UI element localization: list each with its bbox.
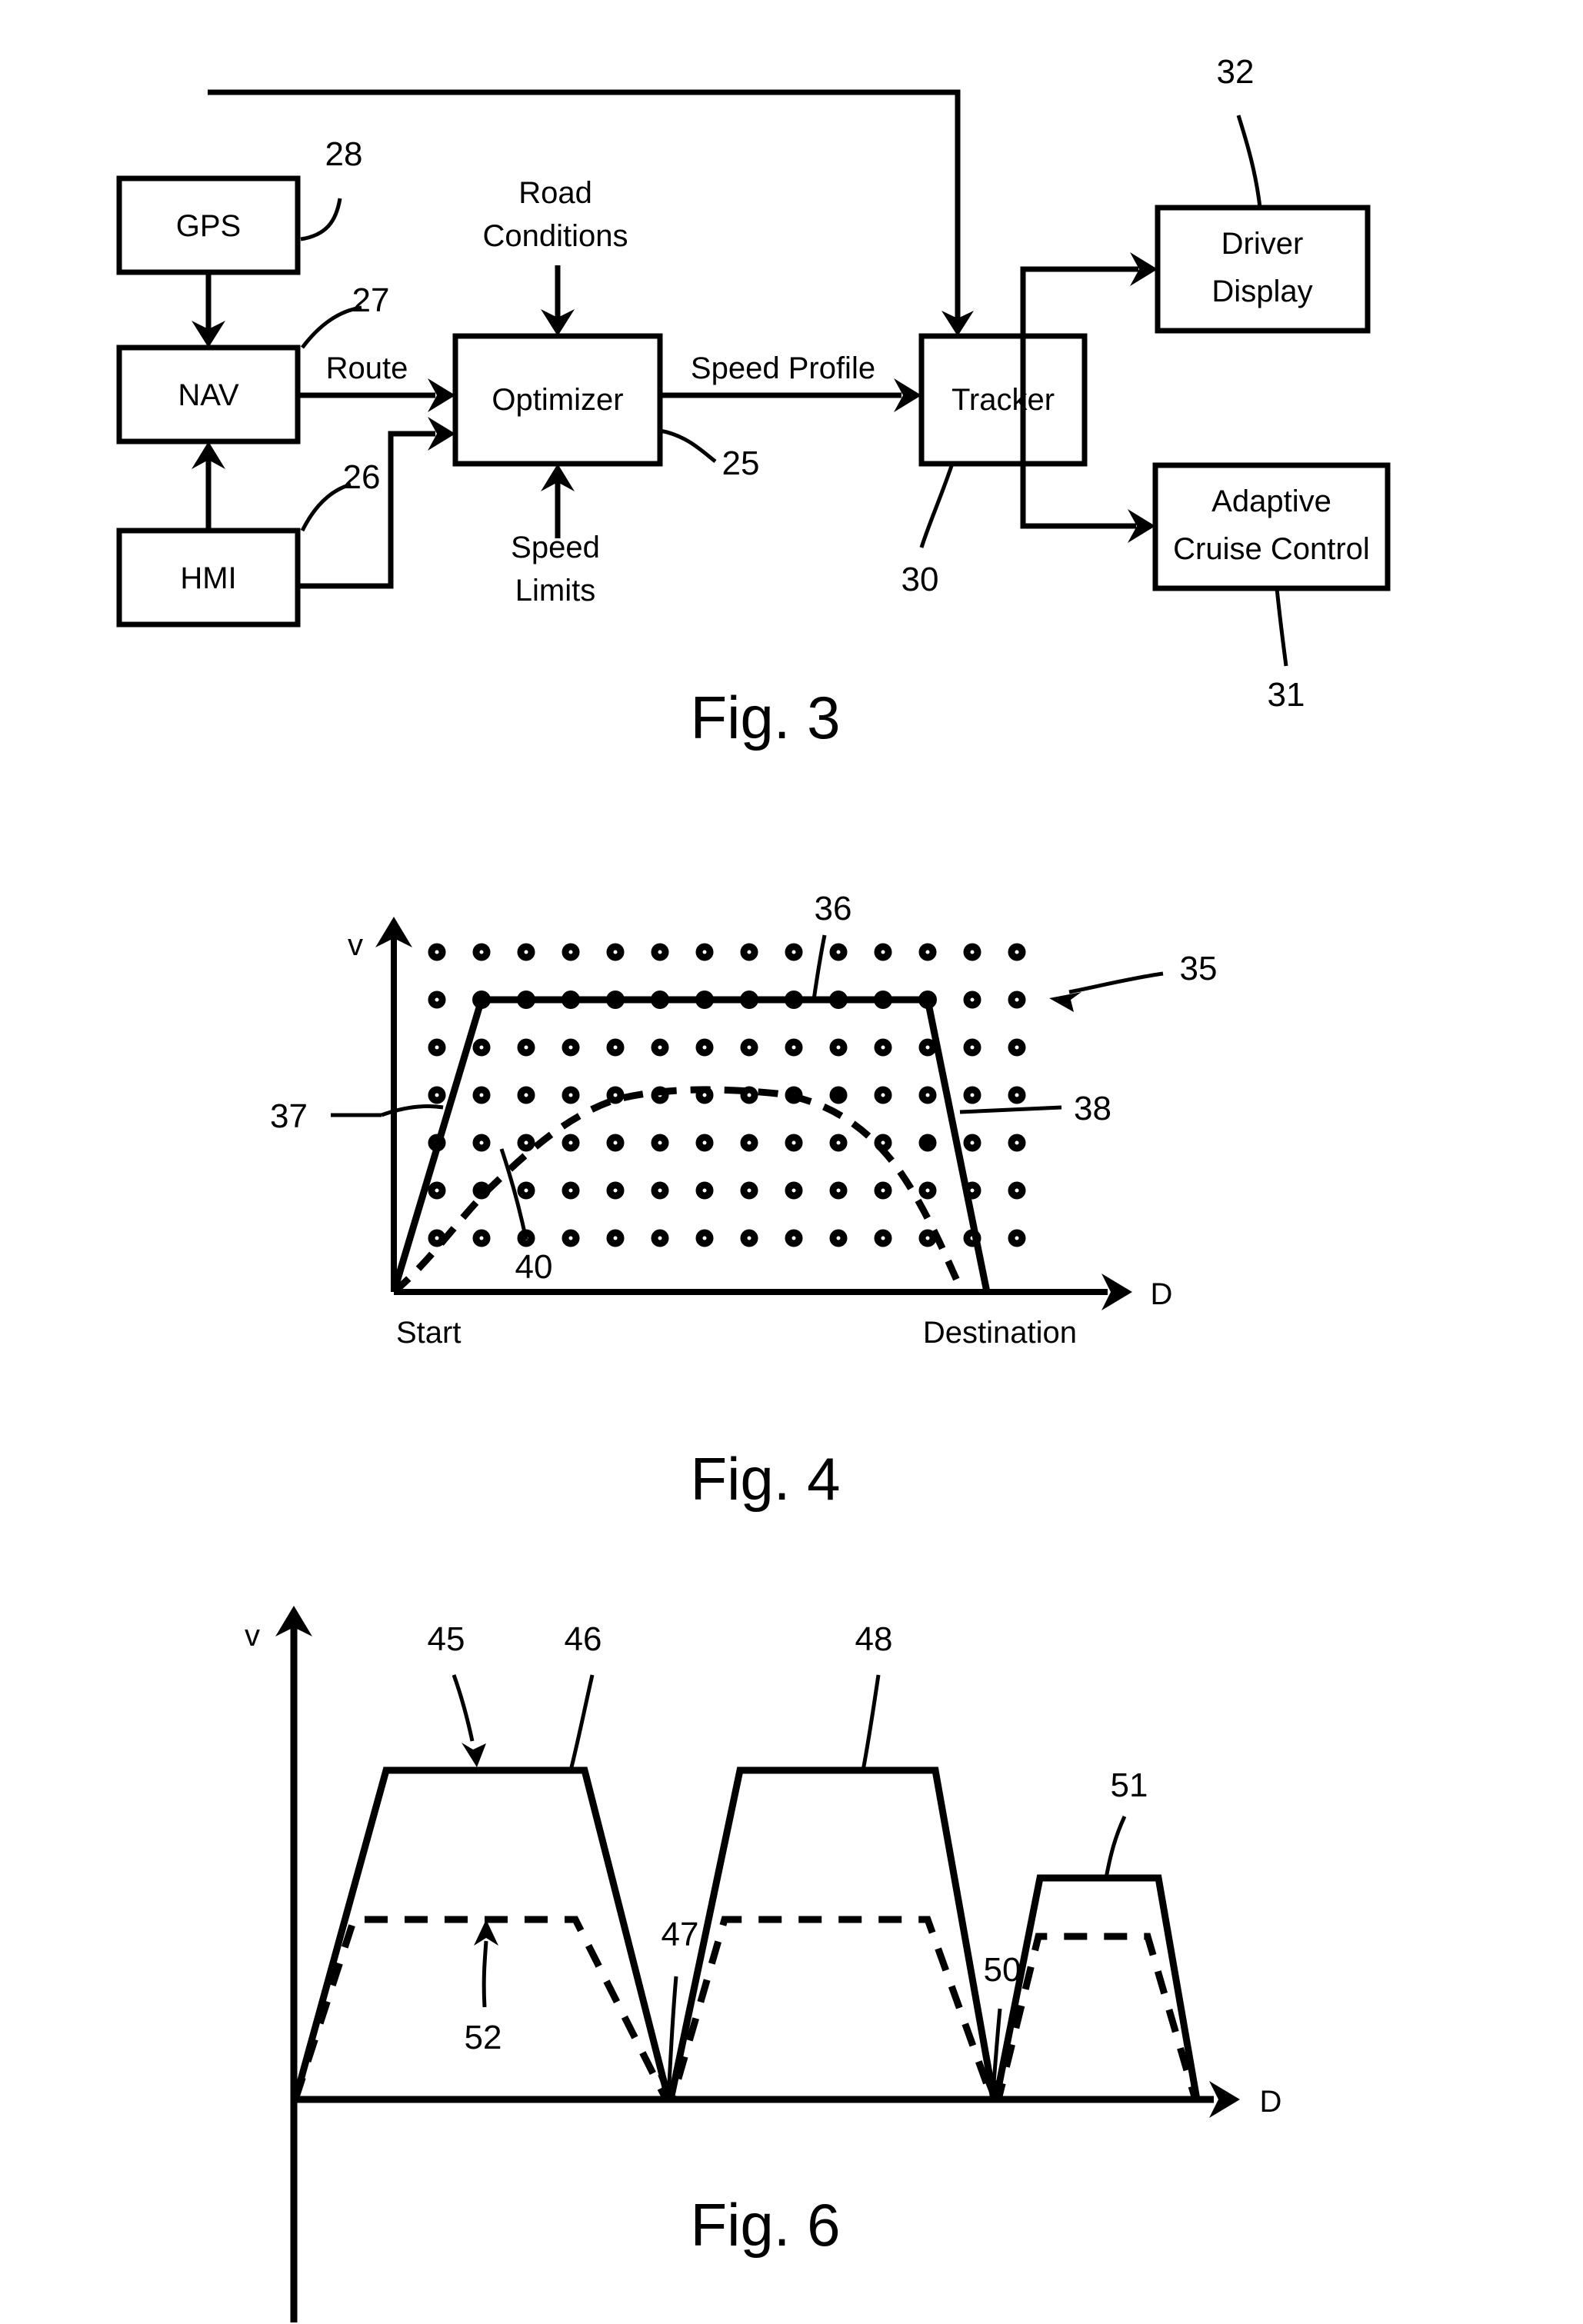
block-acc-label-line2: Cruise Control [1173, 532, 1370, 566]
reference-numeral-36: 36 [815, 890, 852, 927]
reference-numeral-38: 38 [1074, 1090, 1111, 1127]
reference-numeral-27: 27 [352, 281, 390, 319]
patent-drawing-sheet: GPS 28 NAV 27 HMI 26 Route Optimizer 25 … [0, 0, 1583, 2324]
figure-3: GPS 28 NAV 27 HMI 26 Route Optimizer 25 … [0, 0, 1583, 800]
block-driver-display-label-line1: Driver [1221, 227, 1304, 261]
figure-4-x-axis-label: D [1151, 1277, 1173, 1311]
edge-label-speed-profile: Speed Profile [691, 351, 875, 385]
figure-6-x-axis-label: D [1260, 2085, 1282, 2119]
figure-6-commanded-profile [292, 1766, 1201, 2103]
edge-label-speed-limits-line1: Speed [511, 531, 600, 564]
reference-numeral-46: 46 [565, 1620, 602, 1658]
figure-3-caption: Fig. 3 [690, 684, 840, 751]
reference-numeral-28: 28 [325, 135, 363, 173]
edge-label-road-conditions-line1: Road [518, 176, 592, 210]
block-gps-label: GPS [176, 209, 241, 243]
reference-numeral-45: 45 [428, 1620, 465, 1658]
reference-numeral-52: 52 [465, 2019, 502, 2056]
block-acc-label-line1: Adaptive [1211, 484, 1331, 518]
reference-numeral-32: 32 [1217, 53, 1255, 91]
figure-4-x-start-label: Start [396, 1316, 461, 1350]
block-adaptive-cruise-control [1152, 462, 1391, 591]
reference-numeral-40: 40 [515, 1248, 553, 1286]
block-hmi-label: HMI [180, 561, 236, 595]
reference-numeral-37: 37 [270, 1097, 308, 1135]
figure-4-node-grid [428, 943, 1026, 1247]
block-optimizer-label: Optimizer [492, 383, 623, 417]
figure-6-tracked-profile [292, 1916, 1199, 2103]
block-nav-label: NAV [178, 378, 239, 412]
block-driver-display [1155, 205, 1371, 334]
reference-numeral-30: 30 [901, 561, 939, 598]
reference-numeral-35: 35 [1180, 950, 1218, 987]
figure-4-y-axis-label: v [348, 928, 363, 962]
figure-6-caption: Fig. 6 [690, 2191, 840, 2259]
figure-6-y-axis-label: v [245, 1619, 260, 1653]
edge-label-road-conditions-line2: Conditions [482, 219, 628, 253]
reference-numeral-48: 48 [855, 1620, 893, 1658]
figure-6: v D 47 50 45 46 48 51 52 Fig. 6 [0, 1553, 1583, 2322]
edge-label-route: Route [326, 351, 408, 385]
block-driver-display-label-line2: Display [1211, 275, 1312, 308]
figure-4-caption: Fig. 4 [690, 1445, 840, 1513]
reference-numeral-26: 26 [343, 458, 381, 496]
reference-numeral-51: 51 [1111, 1766, 1148, 1804]
figure-4-x-end-label: Destination [923, 1316, 1077, 1350]
reference-numeral-50: 50 [984, 1951, 1021, 1989]
reference-numeral-25: 25 [722, 444, 760, 482]
reference-numeral-31: 31 [1268, 676, 1305, 714]
block-tracker-label: Tracker [951, 383, 1055, 417]
reference-numeral-47: 47 [662, 1916, 699, 1953]
edge-label-speed-limits-line2: Limits [515, 574, 595, 608]
